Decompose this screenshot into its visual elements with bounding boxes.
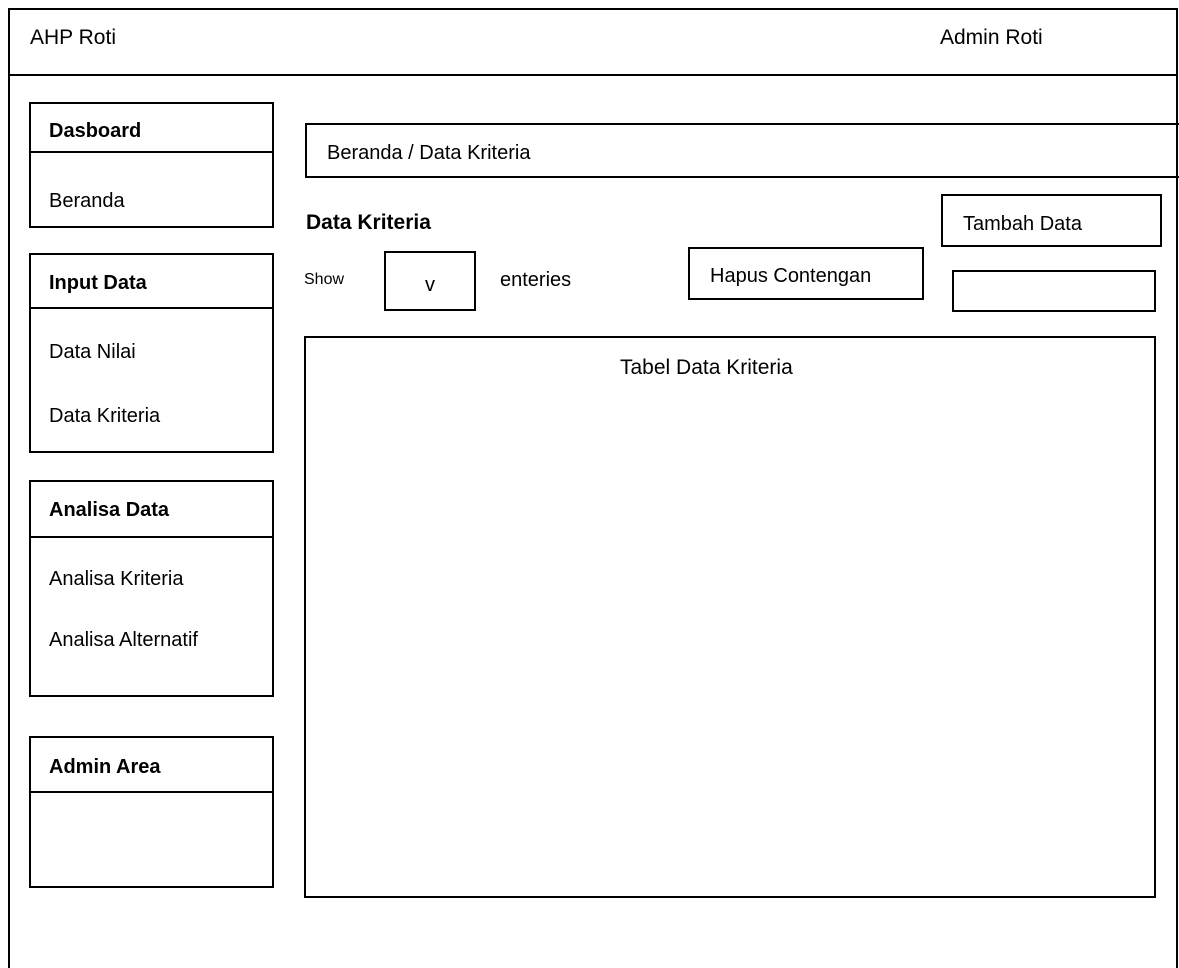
divider	[31, 536, 272, 538]
delete-checked-button[interactable]: Hapus Contengan	[688, 247, 924, 300]
header-bar: AHP Roti Admin Roti	[8, 8, 1178, 76]
divider	[31, 307, 272, 309]
breadcrumb-text[interactable]: Beranda / Data Kriteria	[327, 142, 530, 165]
show-label: Show	[304, 271, 345, 288]
sidebar-item-data-nilai[interactable]: Data Nilai	[49, 341, 136, 364]
entries-label: enteries	[500, 269, 572, 291]
sidebar-section-title: Analisa Data	[49, 499, 170, 521]
sidebar-section-title: Dasboard	[49, 120, 142, 142]
app-title[interactable]: AHP Roti	[30, 26, 116, 50]
add-data-button[interactable]: Tambah Data	[941, 194, 1162, 247]
data-table: Tabel Data Kriteria	[304, 336, 1156, 898]
sidebar-item-analisa-kriteria[interactable]: Analisa Kriteria	[49, 568, 184, 591]
chevron-down-icon: v	[425, 274, 435, 296]
page-title: Data Kriteria	[306, 211, 431, 234]
sidebar-item-analisa-alternatif[interactable]: Analisa Alternatif	[49, 629, 198, 652]
sidebar-section-input-data: Input Data Data Nilai Data Kriteria	[29, 253, 274, 453]
sidebar-section-analisa-data: Analisa Data Analisa Kriteria Analisa Al…	[29, 480, 274, 697]
add-data-button-label: Tambah Data	[963, 213, 1082, 235]
search-input[interactable]	[952, 270, 1156, 312]
divider	[31, 791, 272, 793]
table-placeholder: Tabel Data Kriteria	[620, 356, 793, 379]
sidebar-section-dasboard: Dasboard Beranda	[29, 102, 274, 228]
divider	[31, 151, 272, 153]
entries-select[interactable]: v	[384, 251, 476, 311]
user-name[interactable]: Admin Roti	[940, 26, 1043, 50]
sidebar-section-title: Admin Area	[49, 756, 161, 778]
delete-checked-button-label: Hapus Contengan	[710, 265, 872, 287]
sidebar-item-beranda[interactable]: Beranda	[49, 190, 125, 213]
breadcrumb: Beranda / Data Kriteria	[305, 123, 1179, 178]
sidebar-item-data-kriteria[interactable]: Data Kriteria	[49, 405, 160, 428]
sidebar-section-admin-area: Admin Area	[29, 736, 274, 888]
sidebar-section-title: Input Data	[49, 272, 147, 294]
